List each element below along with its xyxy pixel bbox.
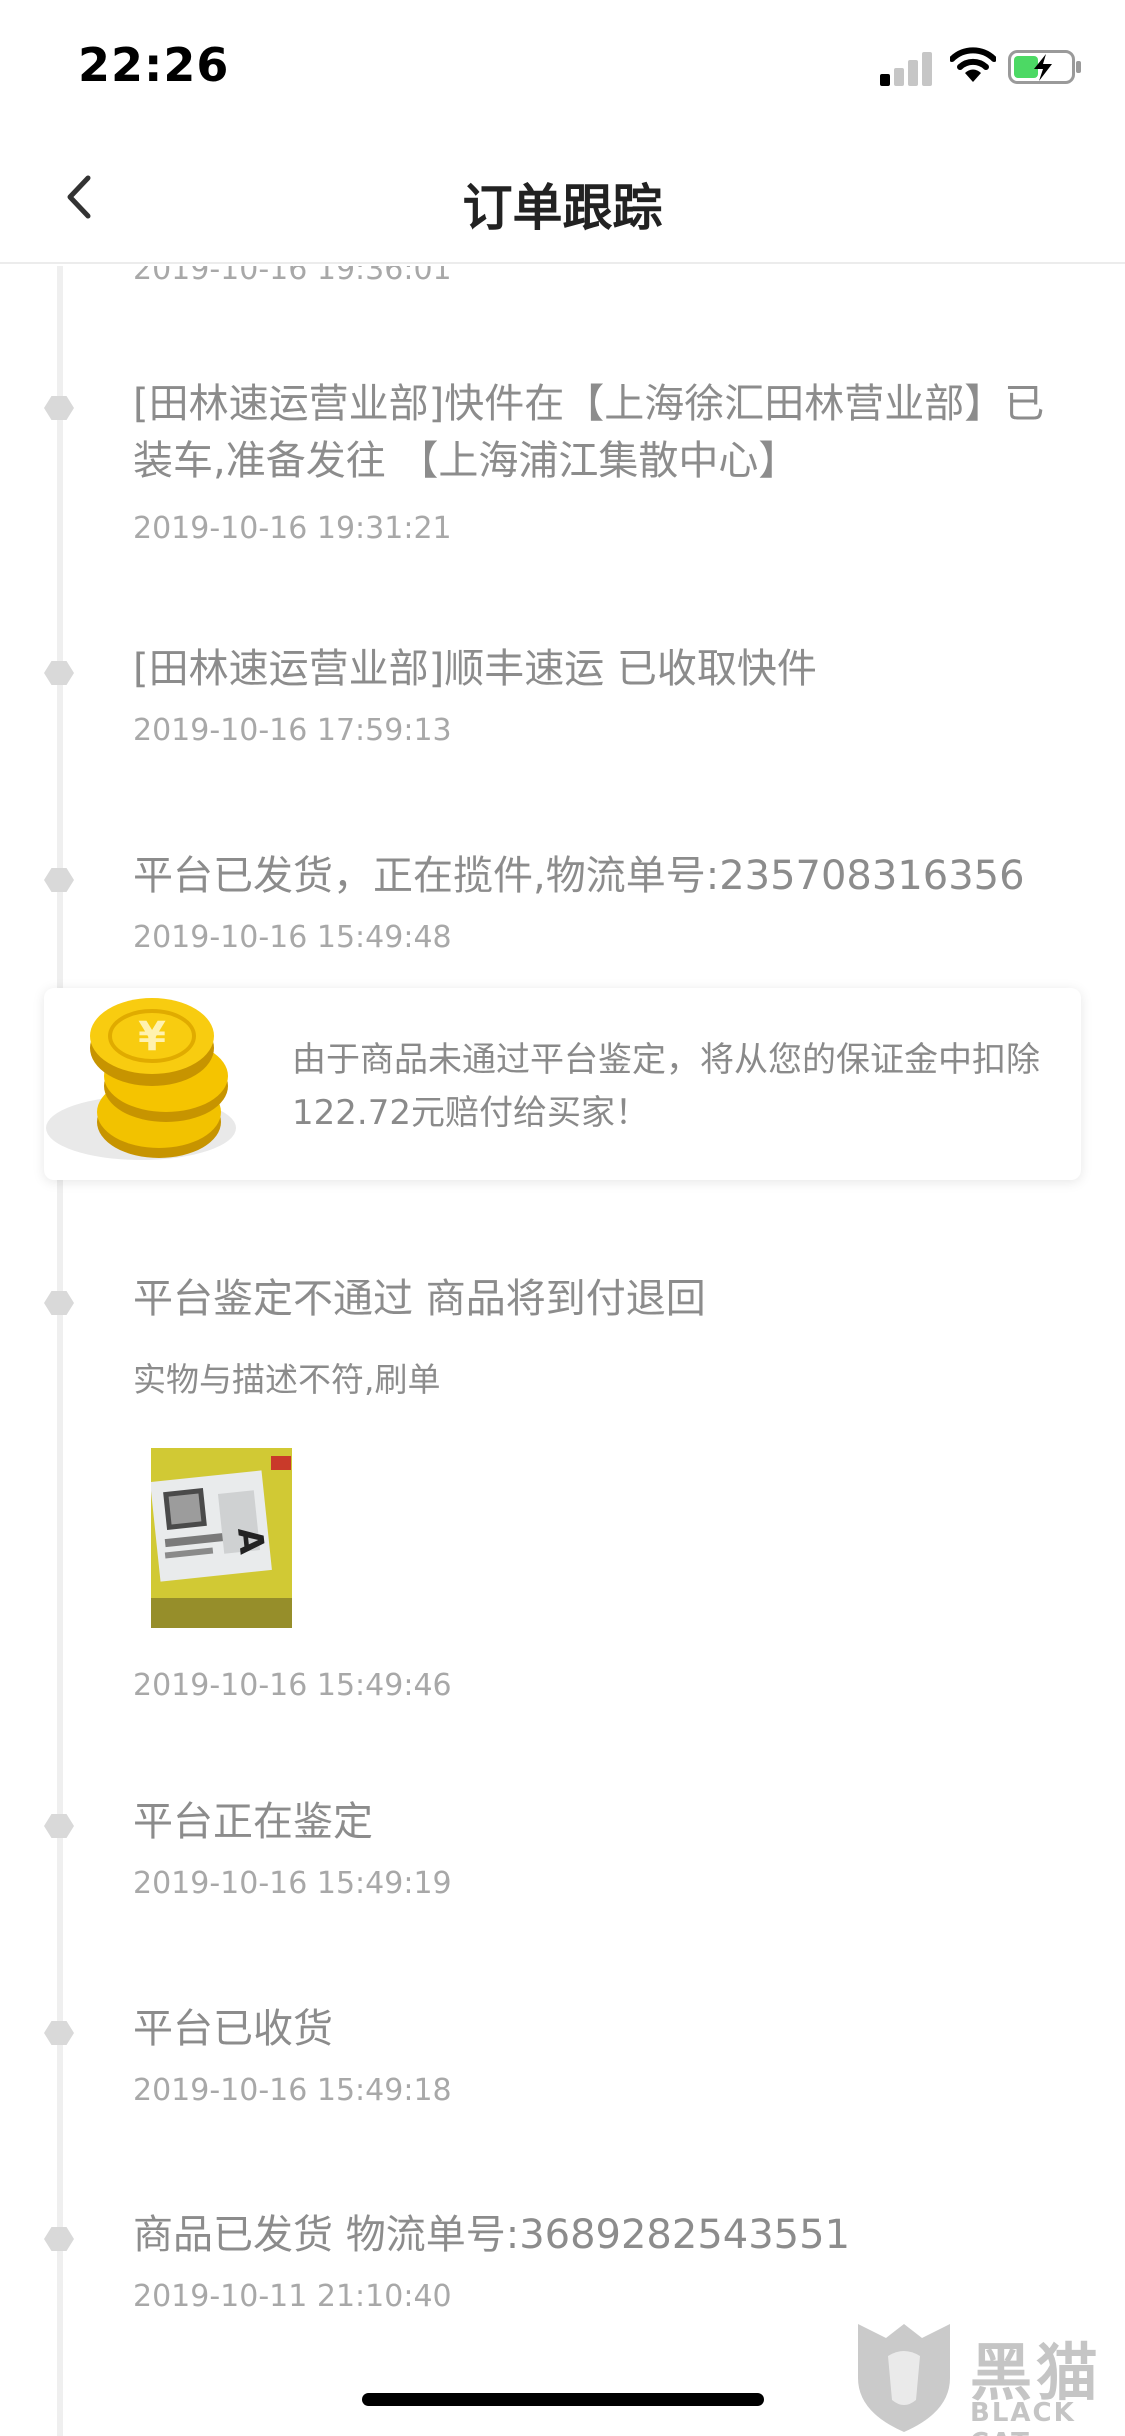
- timeline-dot: [44, 2227, 74, 2251]
- svg-text:¥: ¥: [138, 1014, 166, 1060]
- event-title: [田林速运营业部]顺丰速运 已收取快件: [133, 646, 817, 692]
- event-time: 2019-10-16 17:59:13: [133, 713, 452, 748]
- timeline-dot: [44, 661, 74, 685]
- wifi-icon: [950, 47, 996, 82]
- screen: 22:26 订单跟踪 2019-10-16 19:36:01 [田林速运营业部]…: [0, 0, 1125, 2436]
- notice-text: 由于商品未通过平台鉴定，将从您的保证金中扣除122.72元赔付给买家！: [292, 1040, 1040, 1133]
- status-time: 22:26: [78, 38, 230, 92]
- black-cat-shield-icon: [858, 2324, 950, 2432]
- event-title: 商品已发货 物流单号:3689282543551: [133, 2212, 851, 2258]
- timeline-dot: [44, 868, 74, 892]
- cellular-signal-icon: [880, 50, 934, 86]
- event-note: 实物与描述不符,刷单: [133, 1360, 441, 1399]
- battery-charging-icon: [1008, 50, 1081, 84]
- event-title: 平台鉴定不通过 商品将到付退回: [133, 1276, 706, 1322]
- nav-bar: 订单跟踪: [0, 132, 1125, 264]
- clipped-event-time: 2019-10-16 19:36:01: [133, 266, 452, 287]
- gold-coins-icon: ¥: [46, 998, 236, 1160]
- watermark-brand-en: BLACK CAT: [970, 2398, 1076, 2436]
- evidence-photo[interactable]: A: [151, 1448, 292, 1628]
- event-title: 平台正在鉴定: [133, 1799, 373, 1845]
- status-bar: 22:26: [0, 0, 1125, 132]
- event-time: 2019-10-16 15:49:19: [133, 1866, 452, 1901]
- black-cat-watermark: 黑猫 BLACK CAT: [852, 2316, 1122, 2436]
- event-title: 平台已收货: [133, 2006, 333, 2052]
- home-indicator[interactable]: [362, 2393, 764, 2406]
- page-title: 订单跟踪: [462, 179, 663, 237]
- event-title: 平台已发货，正在揽件,物流单号:235708316356: [133, 853, 1025, 899]
- event-time: 2019-10-16 15:49:18: [133, 2073, 452, 2108]
- event-time: 2019-10-16 19:31:21: [133, 511, 452, 546]
- svg-text:A: A: [229, 1526, 272, 1557]
- timeline[interactable]: 2019-10-16 19:36:01 [田林速运营业部]快件在【上海徐汇田林营…: [0, 266, 1125, 2436]
- timeline-dot: [44, 2021, 74, 2045]
- event-time: 2019-10-16 15:49:48: [133, 920, 452, 955]
- timeline-dot: [44, 1814, 74, 1838]
- timeline-line: [57, 266, 63, 2436]
- event-time: 2019-10-11 21:10:40: [133, 2279, 452, 2314]
- deduction-notice-card: ¥ 由于商品未通过平台鉴定，将从您的保证金中扣除122.72元赔付给买家！: [44, 988, 1081, 1180]
- timeline-dot: [44, 396, 74, 420]
- timeline-dot: [44, 1291, 74, 1315]
- event-time: 2019-10-16 15:49:46: [133, 1668, 452, 1703]
- event-title: [田林速运营业部]快件在【上海徐汇田林营业部】已装车,准备发往 【上海浦江集散中…: [133, 381, 1045, 484]
